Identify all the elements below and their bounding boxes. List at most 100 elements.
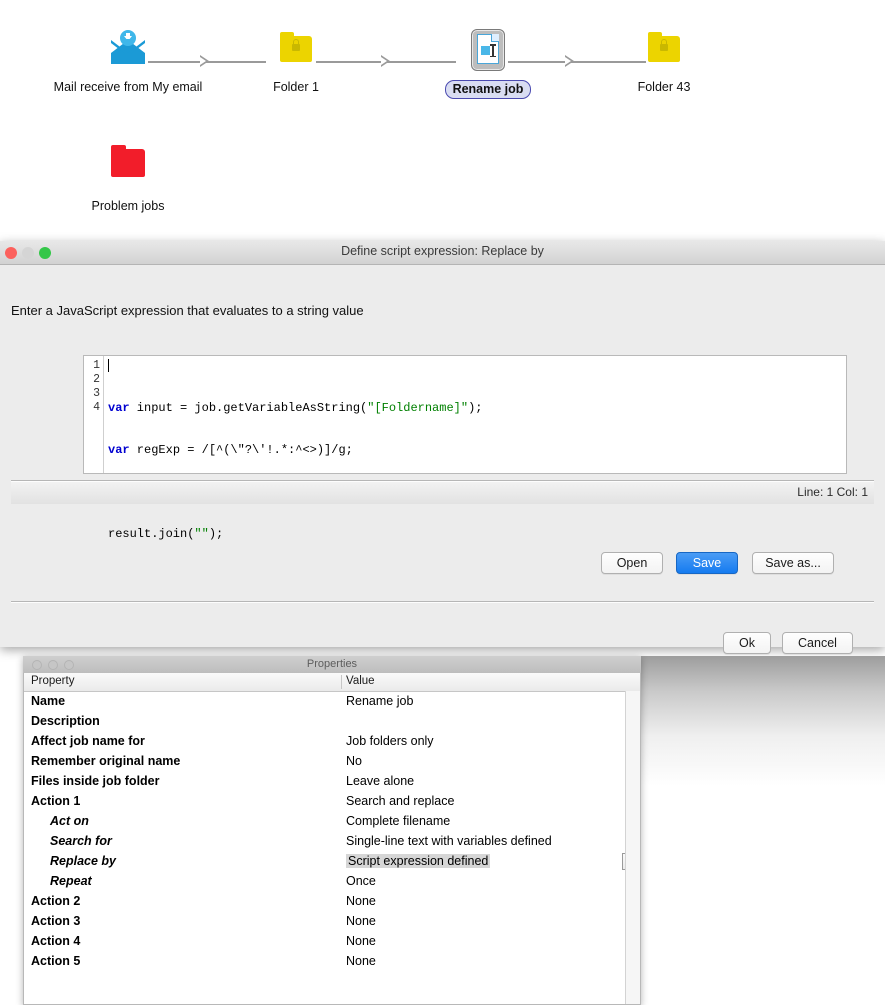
table-row[interactable]: Affect job name for Job folders only bbox=[24, 732, 640, 752]
node-label-rename-job: Rename job bbox=[445, 80, 532, 99]
script-editor[interactable]: 1 2 3 4 var input = job.getVariableAsStr… bbox=[83, 355, 847, 474]
editor-line-numbers: 1 2 3 4 bbox=[84, 356, 104, 473]
properties-window: Properties Property Value Name Rename job… bbox=[23, 656, 641, 1005]
table-row[interactable]: Description bbox=[24, 712, 640, 732]
rename-script-icon bbox=[458, 27, 518, 76]
table-row[interactable]: Act on Complete filename bbox=[24, 812, 640, 832]
table-row[interactable]: Action 5 None bbox=[24, 952, 640, 972]
code-text: ); bbox=[209, 527, 223, 541]
editor-statusbar: Line: 1 Col: 1 bbox=[11, 482, 874, 504]
code-text: result.join( bbox=[108, 527, 194, 541]
properties-window-title: Properties bbox=[23, 658, 641, 670]
property-name: Name bbox=[31, 694, 65, 708]
code-text: ); bbox=[468, 401, 482, 415]
property-value[interactable]: None bbox=[346, 894, 376, 908]
property-value[interactable]: Complete filename bbox=[346, 814, 450, 828]
property-value[interactable]: Search and replace bbox=[346, 794, 454, 808]
connector-arrow-3 bbox=[565, 55, 574, 67]
node-folder-1[interactable]: Folder 1 bbox=[236, 30, 356, 94]
table-row[interactable]: Search for Single-line text with variable… bbox=[24, 832, 640, 852]
table-row[interactable]: Name Rename job bbox=[24, 692, 640, 712]
node-problem-jobs[interactable]: Problem jobs bbox=[68, 145, 188, 213]
string-literal: "" bbox=[194, 527, 208, 541]
table-row[interactable]: Files inside job folder Leave alone bbox=[24, 772, 640, 792]
property-name: Action 1 bbox=[31, 794, 80, 808]
node-label-folder-1: Folder 1 bbox=[236, 80, 356, 94]
property-name: Files inside job folder bbox=[31, 774, 160, 788]
node-mail-receive[interactable]: Mail receive from My email bbox=[38, 30, 218, 94]
property-name: Action 3 bbox=[31, 914, 80, 928]
save-as-button[interactable]: Save as... bbox=[752, 552, 834, 574]
text-caret bbox=[108, 359, 109, 372]
property-name: Affect job name for bbox=[31, 734, 145, 748]
table-row[interactable]: Action 1 Search and replace bbox=[24, 792, 640, 812]
table-row[interactable]: Action 4 None bbox=[24, 932, 640, 952]
keyword-var: var bbox=[108, 443, 130, 457]
property-value[interactable]: Job folders only bbox=[346, 734, 434, 748]
locked-folder-icon bbox=[634, 30, 694, 76]
property-name: Act on bbox=[50, 814, 89, 828]
property-value[interactable]: None bbox=[346, 914, 376, 928]
property-value[interactable]: Leave alone bbox=[346, 774, 414, 788]
string-literal: "[Foldername]" bbox=[367, 401, 468, 415]
property-name: Replace by bbox=[50, 854, 116, 868]
property-name: Remember original name bbox=[31, 754, 180, 768]
editor-text-area[interactable]: var input = job.getVariableAsString("[Fo… bbox=[104, 356, 846, 473]
property-value[interactable]: No bbox=[346, 754, 362, 768]
table-row[interactable]: Remember original name No bbox=[24, 752, 640, 772]
code-line-4: result.join(""); bbox=[108, 527, 846, 541]
connector-arrow-2 bbox=[381, 55, 390, 67]
line-number: 2 bbox=[84, 373, 100, 387]
script-expression-dialog: Define script expression: Replace by Ent… bbox=[0, 241, 885, 647]
code-line-1: var input = job.getVariableAsString("[Fo… bbox=[108, 401, 846, 415]
cancel-button[interactable]: Cancel bbox=[782, 632, 853, 654]
property-value[interactable]: Single-line text with variables defined bbox=[346, 834, 552, 848]
line-number: 4 bbox=[84, 401, 100, 415]
column-divider bbox=[341, 675, 342, 689]
keyword-var: var bbox=[108, 401, 130, 415]
cursor-position-label: Line: 1 Col: 1 bbox=[797, 485, 868, 499]
properties-titlebar[interactable]: Properties bbox=[23, 656, 641, 674]
node-label-mail-receive: Mail receive from My email bbox=[38, 80, 218, 94]
column-header-property: Property bbox=[31, 675, 74, 687]
property-value[interactable]: Once bbox=[346, 874, 376, 888]
ok-button[interactable]: Ok bbox=[723, 632, 771, 654]
property-name: Action 4 bbox=[31, 934, 80, 948]
line-number: 3 bbox=[84, 387, 100, 401]
locked-folder-icon bbox=[266, 30, 326, 76]
open-button[interactable]: Open bbox=[601, 552, 663, 574]
property-value[interactable]: Rename job bbox=[346, 694, 413, 708]
column-header-value: Value bbox=[346, 675, 375, 687]
code-text: input = job.getVariableAsString( bbox=[130, 401, 368, 415]
separator-bottom bbox=[11, 601, 874, 603]
dialog-titlebar[interactable]: Define script expression: Replace by bbox=[0, 241, 885, 265]
table-row[interactable]: Action 2 None bbox=[24, 892, 640, 912]
properties-table-body: Name Rename job Description Affect job name… bbox=[24, 692, 640, 972]
properties-table-header: Property Value bbox=[24, 673, 640, 692]
window-shadow bbox=[641, 656, 885, 1005]
dialog-title: Define script expression: Replace by bbox=[0, 244, 885, 258]
vertical-scrollbar[interactable] bbox=[625, 691, 640, 1004]
table-row[interactable]: Replace byScript expression defined> bbox=[24, 852, 640, 872]
code-text: regExp = /[^(\"?\'!.*:^<>)]/g; bbox=[130, 443, 353, 457]
mail-download-icon bbox=[98, 30, 158, 76]
property-value[interactable]: None bbox=[346, 954, 376, 968]
save-button[interactable]: Save bbox=[676, 552, 738, 574]
dialog-prompt: Enter a JavaScript expression that evalu… bbox=[11, 265, 874, 318]
property-name: Action 2 bbox=[31, 894, 80, 908]
node-folder-43[interactable]: Folder 43 bbox=[604, 30, 724, 94]
table-row[interactable]: RepeatOnce bbox=[24, 872, 640, 892]
property-name: Search for bbox=[50, 834, 112, 848]
node-rename-job[interactable]: Rename job bbox=[428, 27, 548, 99]
red-folder-icon bbox=[98, 145, 158, 191]
line-number: 1 bbox=[84, 359, 100, 373]
property-name: Action 5 bbox=[31, 954, 80, 968]
property-value[interactable]: None bbox=[346, 934, 376, 948]
table-row[interactable]: Action 3 None bbox=[24, 912, 640, 932]
node-label-problem-jobs: Problem jobs bbox=[68, 199, 188, 213]
property-value[interactable]: Script expression defined bbox=[346, 854, 490, 868]
separator-top bbox=[11, 480, 874, 482]
code-line-2: var regExp = /[^(\"?\'!.*:^<>)]/g; bbox=[108, 443, 846, 457]
property-name: Description bbox=[31, 714, 100, 728]
node-label-folder-43: Folder 43 bbox=[604, 80, 724, 94]
